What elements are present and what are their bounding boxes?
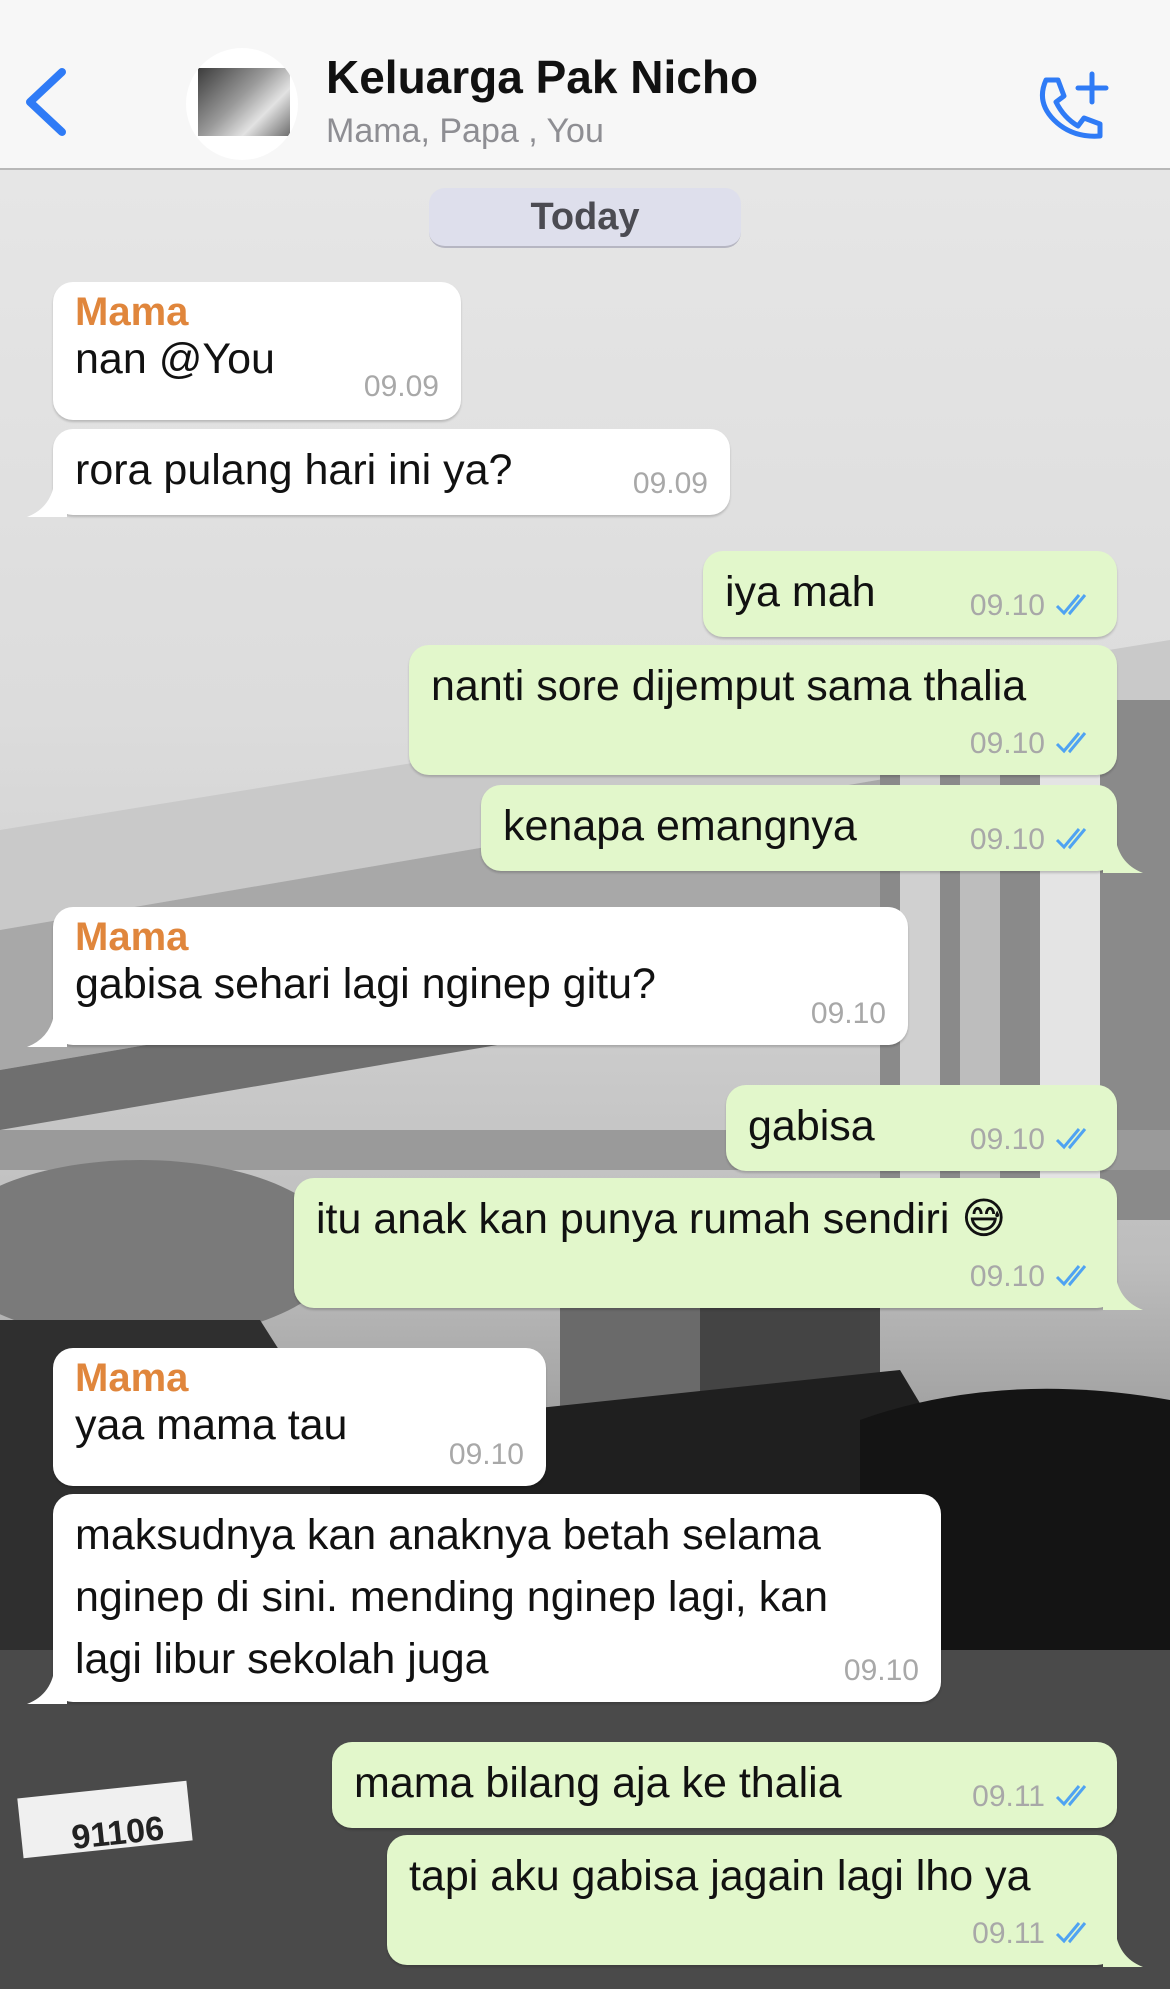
message-bubble[interactable]: kenapa emangnya 09.10 [481,785,1143,873]
read-ticks-icon [1055,824,1095,858]
message-text: iya mah [725,568,876,616]
message-time: 09.10 [970,1123,1095,1158]
read-ticks-icon [1055,1124,1095,1158]
message-bubble[interactable]: Mama yaa mama tau 09.10 [53,1348,546,1486]
message-time: 09.10 [970,823,1095,858]
avatar-photo [198,68,290,136]
message-bubble[interactable]: mama bilang aja ke thalia 09.11 [332,1742,1117,1828]
group-avatar[interactable] [186,48,298,160]
message-text: nanti sore dijemput sama thalia [431,662,1027,710]
chat-header: Keluarga Pak Nicho Mama, Papa , You [0,0,1170,170]
message-bubble[interactable]: maksudnya kan anaknya betah selama ngine… [27,1494,941,1704]
message-text: itu anak kan punya rumah sendiri 😅 [316,1195,1007,1243]
message-time: 09.10 [843,1654,919,1687]
message-bubble[interactable]: rora pulang hari ini ya? 09.09 [27,429,730,517]
message-bubble[interactable]: Mama gabisa sehari lagi nginep gitu? 09.… [27,907,908,1047]
message-time: 09.10 [970,589,1095,624]
bubble-tail [1103,1927,1143,1967]
message-time: 09.10 [970,1260,1095,1295]
bubble-tail [27,1007,67,1047]
message-text: mama bilang aja ke thalia [354,1759,842,1807]
message-bubble[interactable]: tapi aku gabisa jagain lagi lho ya 09.11 [387,1835,1143,1967]
read-ticks-icon [1055,1261,1095,1295]
message-text: maksudnya kan anaknya betah selama ngine… [75,1511,829,1683]
message-text: yaa mama tau [75,1401,348,1449]
message-text: nan @You [75,335,275,383]
read-ticks-icon [1055,1781,1095,1815]
message-bubble[interactable]: gabisa 09.10 [726,1085,1117,1171]
read-ticks-icon [1055,590,1095,624]
bubble-tail [27,1664,67,1704]
read-ticks-icon [1055,1918,1095,1952]
message-bubble[interactable]: Mama nan @You 09.09 [53,282,461,420]
read-ticks-icon [1055,728,1095,762]
message-text: gabisa sehari lagi nginep gitu? [75,960,656,1008]
chat-title[interactable]: Keluarga Pak Nicho [326,50,758,104]
message-text: rora pulang hari ini ya? [75,446,513,494]
message-time: 09.11 [972,1780,1095,1815]
message-time: 09.10 [448,1438,524,1471]
message-time: 09.09 [632,467,708,500]
message-bubble[interactable]: nanti sore dijemput sama thalia 09.10 [409,645,1117,775]
message-bubble[interactable]: itu anak kan punya rumah sendiri 😅 09.10 [294,1178,1143,1310]
phone-plus-icon [1039,71,1109,139]
message-text: kenapa emangnya [503,802,857,850]
message-text: tapi aku gabisa jagain lagi lho ya [409,1852,1031,1900]
message-bubble[interactable]: iya mah 09.10 [703,551,1117,637]
message-text: gabisa [748,1102,875,1150]
chevron-left-icon [26,68,66,136]
add-call-button[interactable] [1032,70,1112,142]
message-time: 09.10 [970,727,1095,762]
chat-members[interactable]: Mama, Papa , You [326,112,604,151]
bubble-tail [1103,833,1143,873]
bubble-tail [27,477,67,517]
message-time: 09.11 [972,1917,1095,1952]
message-time: 09.10 [810,997,886,1030]
message-time: 09.09 [363,370,439,403]
back-button[interactable] [22,62,82,142]
date-separator: Today [429,188,741,248]
bubble-tail [1103,1270,1143,1310]
